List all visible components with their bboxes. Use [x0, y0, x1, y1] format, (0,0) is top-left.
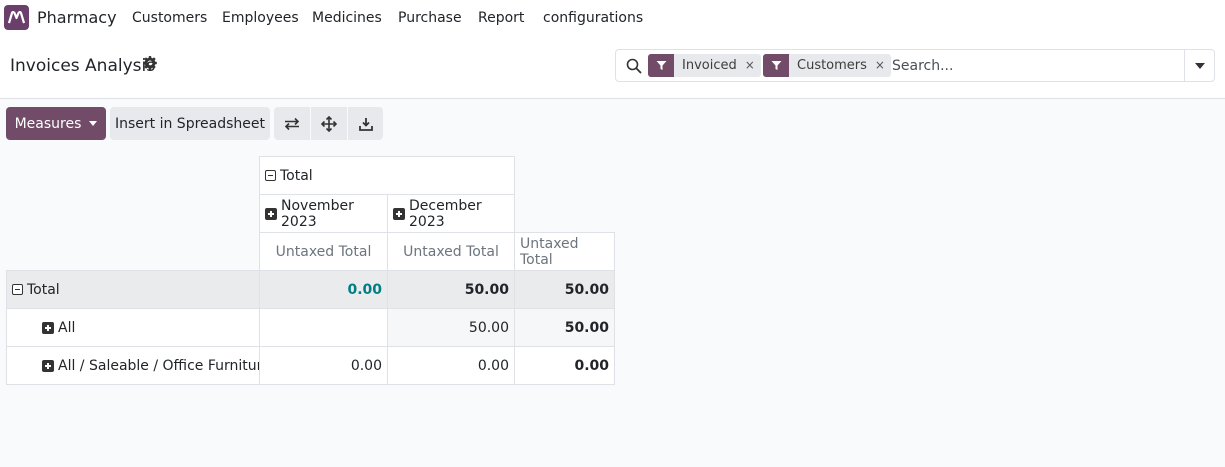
download-icon [358, 117, 373, 131]
expand-icon [265, 207, 277, 220]
pivot-cell[interactable]: 50.00 [387, 308, 515, 347]
pivot-cell[interactable]: 0.00 [259, 270, 388, 309]
col-header-label: December 2023 [409, 197, 482, 230]
search-input[interactable] [892, 54, 1182, 77]
row-header-total[interactable]: Total [6, 270, 260, 309]
remove-facet-icon[interactable]: × [745, 54, 761, 77]
search-icon[interactable] [626, 58, 642, 74]
top-navbar: Pharmacy Customers Employees Medicines P… [0, 0, 1225, 36]
pivot-cell[interactable] [259, 308, 388, 347]
pivot-cell-total[interactable]: 0.00 [514, 346, 615, 385]
search-facet-customers: Customers × [763, 54, 891, 77]
filter-icon [648, 54, 674, 77]
menu-medicines[interactable]: Medicines [312, 10, 382, 26]
cell-value: 0.00 [347, 281, 382, 298]
col-header-label: November 2023 [281, 197, 354, 230]
download-button[interactable] [348, 107, 383, 140]
measure-header[interactable]: Untaxed Total [259, 232, 388, 271]
row-header-all[interactable]: All [6, 308, 260, 347]
pivot-cell-total[interactable]: 50.00 [514, 270, 615, 309]
measure-header[interactable]: Untaxed Total [387, 232, 515, 271]
row-header-label: Total [27, 281, 60, 298]
expand-all-button[interactable] [311, 107, 347, 140]
filter-icon [763, 54, 789, 77]
insert-label: Insert in Spreadsheet [114, 115, 265, 132]
flip-axis-icon [284, 117, 300, 130]
col-header-label: Total [280, 167, 313, 184]
gear-icon[interactable] [143, 56, 157, 70]
expand-icon [42, 321, 54, 334]
menu-employees[interactable]: Employees [222, 10, 299, 26]
search-facet-invoiced: Invoiced × [648, 54, 761, 77]
collapse-icon [12, 284, 23, 295]
pivot-cell[interactable]: 50.00 [387, 270, 515, 309]
row-header-label: All / Saleable / Office Furniture [58, 357, 271, 374]
col-header-november-2023[interactable]: November 2023 [259, 194, 388, 233]
menu-configurations[interactable]: configurations [543, 10, 643, 26]
search-options-toggle[interactable] [1184, 50, 1214, 81]
col-header-total[interactable]: Total [259, 156, 515, 195]
pivot-cell[interactable]: 0.00 [387, 346, 515, 385]
app-logo-icon[interactable] [4, 5, 29, 30]
expand-icon [42, 359, 54, 372]
pivot-cell-total[interactable]: 50.00 [514, 308, 615, 347]
measure-header[interactable]: Untaxed Total [514, 232, 615, 271]
caret-down-icon [89, 121, 98, 126]
facet-label: Invoiced [682, 58, 737, 73]
row-header-label: All [58, 319, 76, 336]
measures-button[interactable]: Measures [6, 107, 106, 140]
control-panel: Invoices Analysis Invoiced × Customers × [0, 36, 1225, 99]
collapse-icon [265, 170, 276, 181]
search-bar[interactable]: Invoiced × Customers × [615, 49, 1215, 82]
facet-label: Customers [797, 58, 867, 73]
measures-label: Measures [14, 115, 82, 132]
remove-facet-icon[interactable]: × [875, 54, 891, 77]
pivot-cell[interactable]: 0.00 [259, 346, 388, 385]
expand-icon [393, 207, 405, 220]
caret-down-icon [1194, 62, 1205, 69]
menu-customers[interactable]: Customers [132, 10, 207, 26]
flip-axis-button[interactable] [274, 107, 310, 140]
insert-in-spreadsheet-button[interactable]: Insert in Spreadsheet [110, 107, 270, 140]
menu-purchase[interactable]: Purchase [398, 10, 462, 26]
app-brand[interactable]: Pharmacy [37, 8, 117, 27]
page-title: Invoices Analysis [10, 56, 156, 76]
menu-report[interactable]: Report [478, 10, 524, 26]
col-header-december-2023[interactable]: December 2023 [387, 194, 515, 233]
arrows-move-icon [321, 115, 337, 132]
row-header-office-furniture[interactable]: All / Saleable / Office Furniture [6, 346, 271, 385]
